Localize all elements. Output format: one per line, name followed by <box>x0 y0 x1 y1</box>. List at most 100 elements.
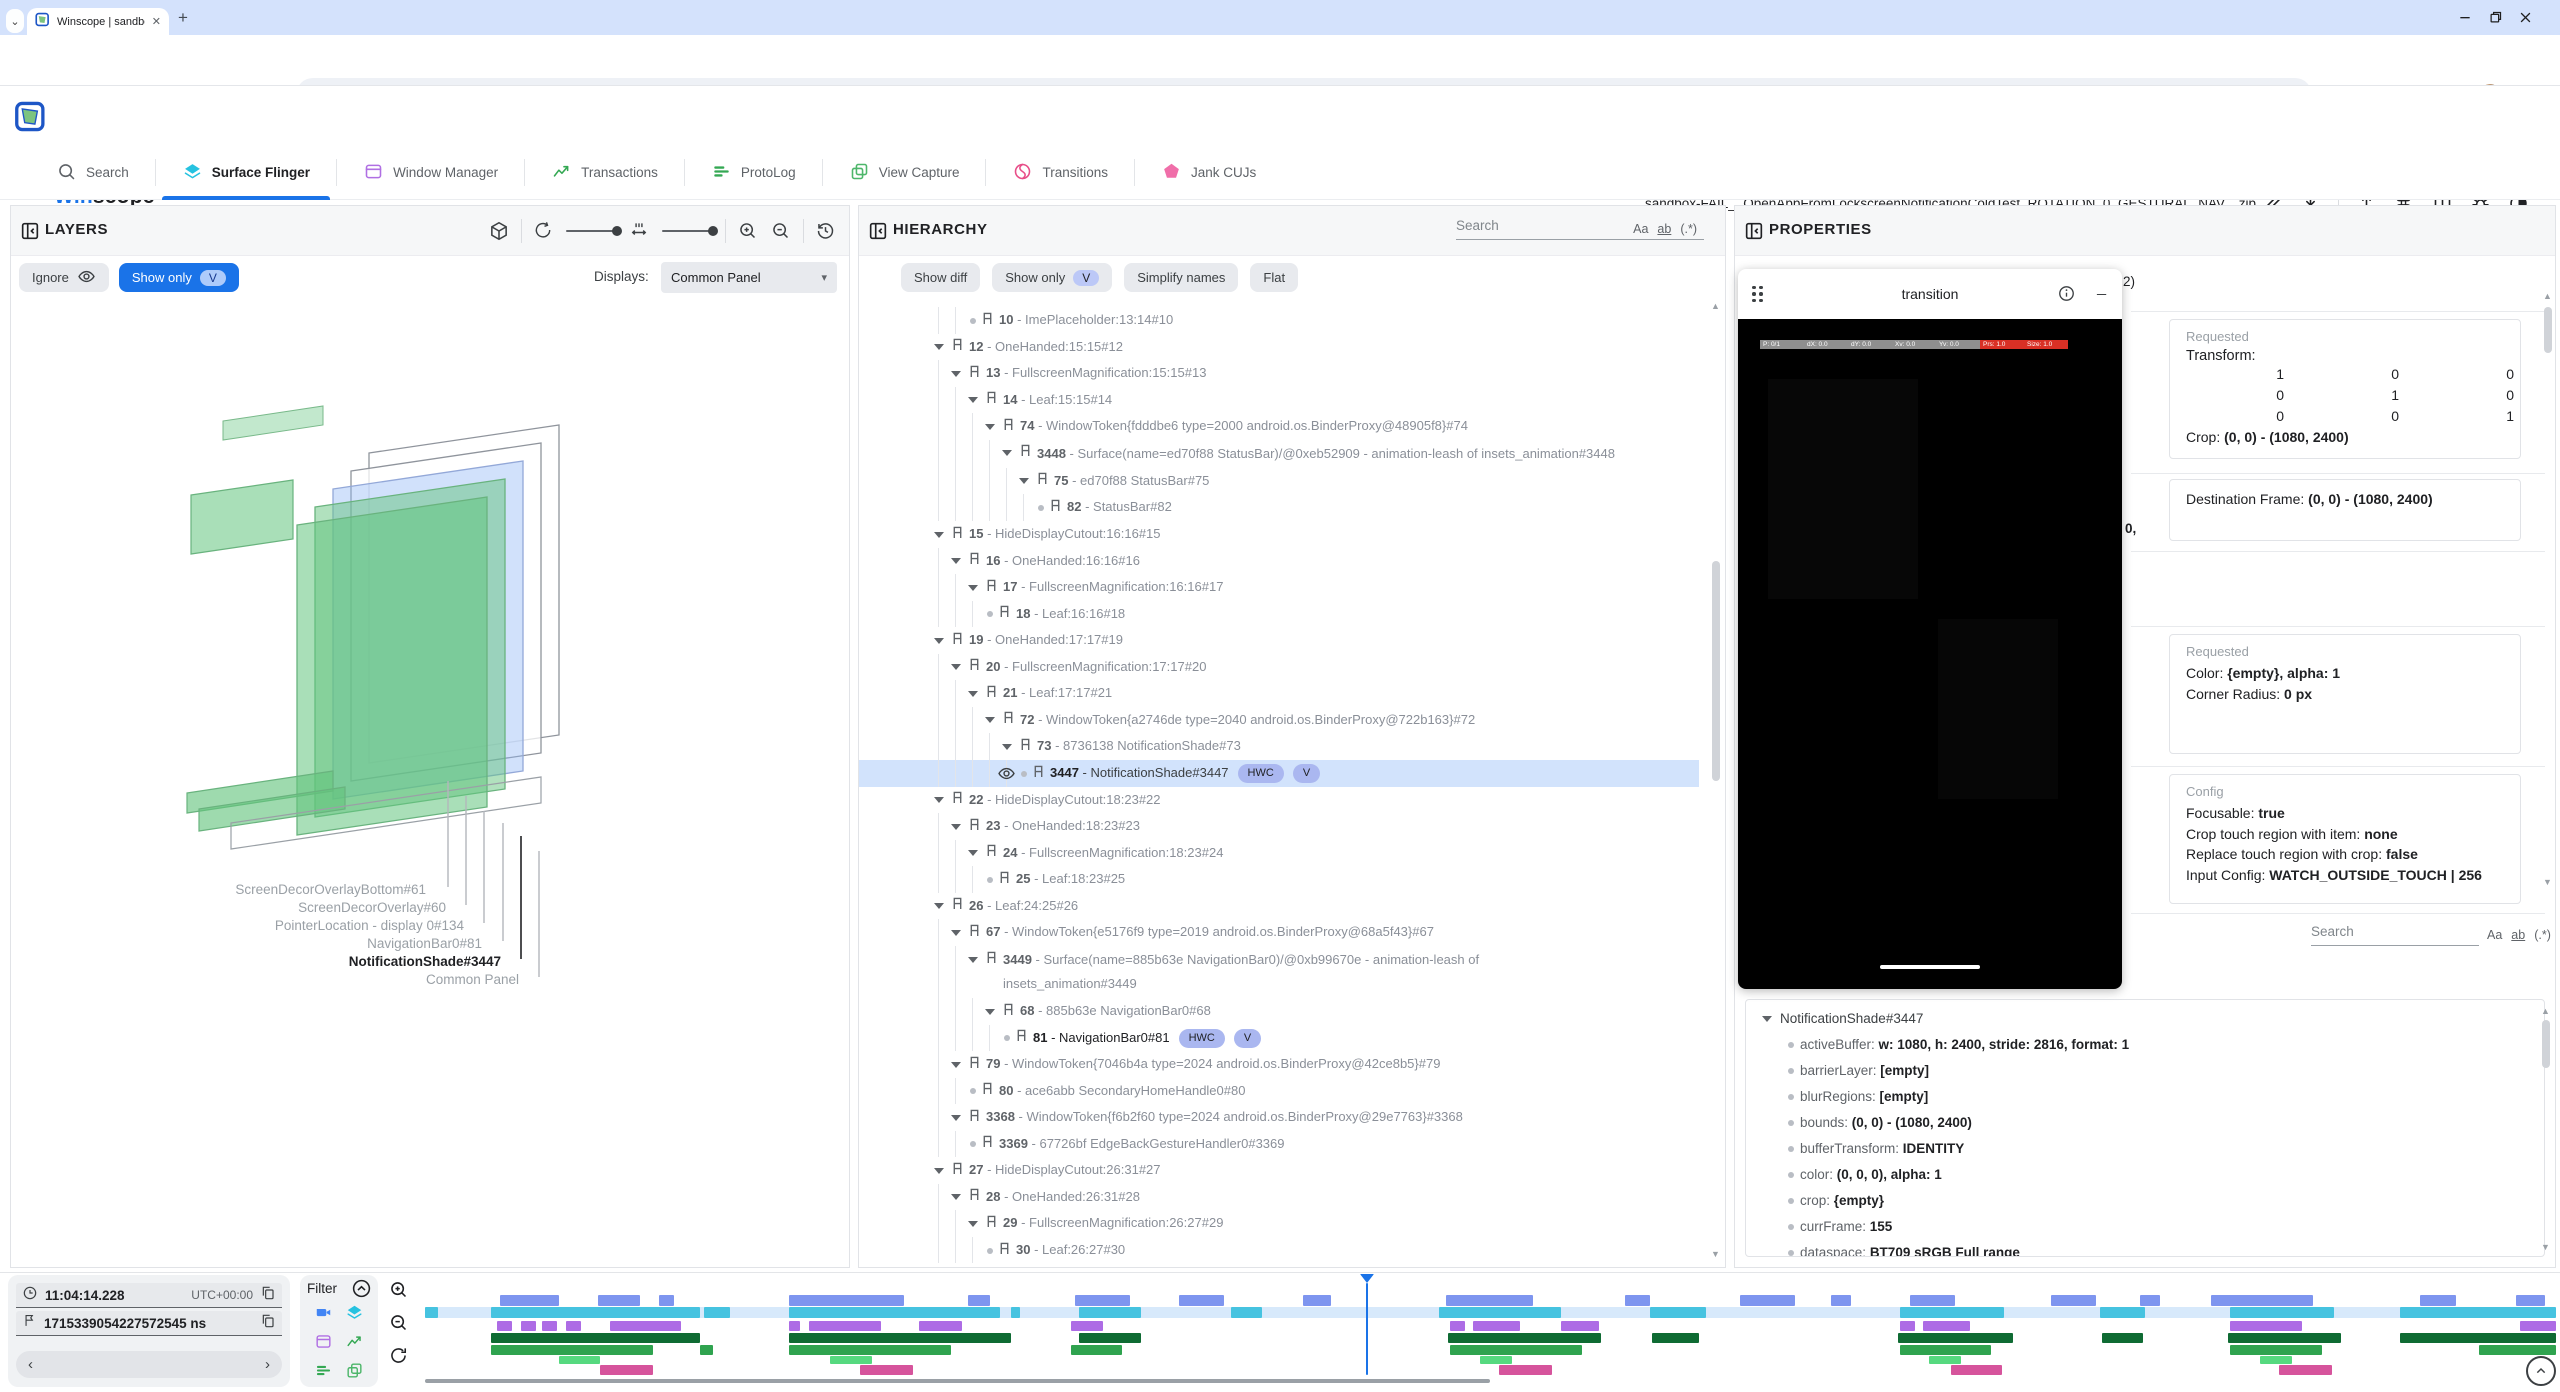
tab-transactions[interactable]: Transactions <box>525 145 684 200</box>
trace-segment[interactable] <box>1439 1307 1560 1318</box>
trace-segment[interactable] <box>1951 1365 2002 1375</box>
screen-recording-track[interactable] <box>425 1295 2556 1306</box>
tree-node-3369[interactable]: 3369 - 67726bf EdgeBackGestureHandler0#3… <box>859 1131 1699 1158</box>
collapse-node-icon[interactable] <box>934 797 944 803</box>
scroll-to-top-button[interactable] <box>2526 1356 2556 1386</box>
tab-close-icon[interactable]: ✕ <box>152 15 161 28</box>
tree-node-81[interactable]: 81 - NavigationBar0#81HWCV <box>859 1025 1699 1052</box>
popup-header[interactable]: transition _ <box>1738 269 2122 319</box>
trace-segment[interactable] <box>566 1321 581 1331</box>
trace-segment[interactable] <box>1910 1295 1955 1306</box>
trace-segment[interactable] <box>704 1307 730 1318</box>
trace-segment[interactable] <box>500 1295 560 1306</box>
trace-segment[interactable] <box>1303 1295 1331 1306</box>
tab-protolog[interactable]: ProtoLog <box>685 145 822 200</box>
tree-node-73[interactable]: 73 - 8736138 NotificationShade#73 <box>859 733 1699 760</box>
tree-node-29[interactable]: 29 - FullscreenMagnification:26:27#29 <box>859 1210 1699 1237</box>
collapse-node-icon[interactable] <box>985 717 995 723</box>
trace-segment[interactable] <box>497 1321 512 1331</box>
trace-segment[interactable] <box>2420 1295 2456 1306</box>
layer-label[interactable]: NavigationBar0#81 <box>367 936 482 951</box>
human-time-field[interactable]: 11:04:14.228 UTC+00:00 <box>16 1283 282 1308</box>
trace-segment[interactable] <box>1071 1321 1103 1331</box>
timeline-cursor[interactable] <box>1366 1283 1369 1375</box>
simplify-names-chip[interactable]: Simplify names <box>1124 263 1238 292</box>
trace-segment[interactable] <box>1079 1307 1141 1318</box>
tab-view-capture[interactable]: View Capture <box>823 145 986 200</box>
trace-segment[interactable] <box>1900 1321 1915 1331</box>
collapse-node-icon[interactable] <box>968 585 978 591</box>
layer-label[interactable]: Common Panel <box>426 972 519 987</box>
tab-window-manager[interactable]: Window Manager <box>337 145 524 200</box>
match-case-button[interactable]: Aa <box>2487 928 2502 942</box>
collapse-node-icon[interactable] <box>1002 744 1012 750</box>
collapse-node-icon[interactable] <box>968 1221 978 1227</box>
hierarchy-scrollbar[interactable]: ▲ ▼ <box>1710 301 1722 1259</box>
transitions-track[interactable] <box>425 1365 2556 1375</box>
collapse-node-icon[interactable] <box>934 638 944 644</box>
trace-segment[interactable] <box>1473 1321 1520 1331</box>
collapse-node-icon[interactable] <box>951 930 961 936</box>
property-item[interactable]: blurRegions: [empty] <box>1762 1084 2544 1110</box>
property-item[interactable]: activeBuffer: w: 1080, h: 2400, stride: … <box>1762 1032 2544 1058</box>
collapse-panel-icon[interactable] <box>867 220 889 242</box>
collapse-node-icon[interactable] <box>968 850 978 856</box>
previous-frame-button[interactable]: ‹ <box>28 1356 33 1373</box>
trace-segment[interactable] <box>610 1321 680 1331</box>
tree-node-25[interactable]: 25 - Leaf:18:23#25 <box>859 866 1699 893</box>
trace-segment[interactable] <box>659 1295 674 1306</box>
trace-segment[interactable] <box>789 1333 1011 1343</box>
trace-segment[interactable] <box>542 1321 557 1331</box>
collapse-node-icon[interactable] <box>1762 1016 1772 1022</box>
properties-search-input[interactable] <box>2311 922 2479 946</box>
tree-node-26[interactable]: 26 - Leaf:24:25#26 <box>859 893 1699 920</box>
timeline-cursor-handle[interactable] <box>1360 1274 1374 1283</box>
tab-surface-flinger[interactable]: Surface Flinger <box>156 145 336 200</box>
collapse-filter-icon[interactable] <box>351 1278 372 1304</box>
tab-search[interactable]: Search <box>30 145 155 200</box>
trace-segment[interactable] <box>2520 1321 2556 1331</box>
collapse-node-icon[interactable] <box>951 1194 961 1200</box>
collapse-node-icon[interactable] <box>1019 478 1029 484</box>
tree-node-13[interactable]: 13 - FullscreenMagnification:15:15#13 <box>859 360 1699 387</box>
tree-node-3448[interactable]: 3448 - Surface(name=ed70f88 StatusBar)/@… <box>859 440 1699 468</box>
trace-segment[interactable] <box>1075 1295 1130 1306</box>
collapse-node-icon[interactable] <box>934 344 944 350</box>
trace-segment[interactable] <box>2400 1333 2556 1343</box>
property-item[interactable]: crop: {empty} <box>1762 1188 2544 1214</box>
view-capture-icon[interactable] <box>345 1361 364 1385</box>
match-case-button[interactable]: Aa <box>1633 222 1648 236</box>
trace-segment[interactable] <box>2102 1333 2142 1343</box>
tree-node-16[interactable]: 16 - OneHanded:16:16#16 <box>859 548 1699 575</box>
trace-segment[interactable] <box>491 1307 700 1318</box>
flat-chip[interactable]: Flat <box>1250 263 1298 292</box>
tree-node-12[interactable]: 12 - OneHanded:15:15#12 <box>859 334 1699 361</box>
trace-segment[interactable] <box>1231 1307 1263 1318</box>
window-manager-icon[interactable] <box>314 1332 333 1356</box>
properties-tree-scrollbar[interactable]: ▲ ▼ <box>2540 1006 2552 1252</box>
transactions-icon[interactable] <box>345 1332 364 1356</box>
layer-label[interactable]: ScreenDecorOverlay#60 <box>298 900 446 915</box>
trace-segment[interactable] <box>1900 1345 1992 1355</box>
properties-tree-root[interactable]: NotificationShade#3447 <box>1762 1006 2544 1032</box>
trace-segment[interactable] <box>1079 1333 1141 1343</box>
match-word-button[interactable]: ab <box>2511 928 2525 942</box>
property-item[interactable]: bufferTransform: IDENTITY <box>1762 1136 2544 1162</box>
collapse-node-icon[interactable] <box>951 824 961 830</box>
tree-node-19[interactable]: 19 - OneHanded:17:17#19 <box>859 627 1699 654</box>
trace-segment[interactable] <box>2479 1345 2556 1355</box>
tree-node-22[interactable]: 22 - HideDisplayCutout:18:23#22 <box>859 787 1699 814</box>
timeline-zoom-out-icon[interactable] <box>388 1312 409 1338</box>
trace-segment[interactable] <box>789 1295 904 1306</box>
trace-segment[interactable] <box>1652 1333 1699 1343</box>
trace-segment[interactable] <box>1071 1345 1122 1355</box>
trace-segment[interactable] <box>2260 1356 2292 1364</box>
trace-segment[interactable] <box>1831 1295 1850 1306</box>
timeline-reset-zoom-icon[interactable] <box>388 1345 409 1371</box>
window-minimize-button[interactable] <box>2456 8 2474 26</box>
trace-segment[interactable] <box>598 1295 641 1306</box>
tree-node-15[interactable]: 15 - HideDisplayCutout:16:16#15 <box>859 521 1699 548</box>
trace-segment[interactable] <box>2279 1365 2332 1375</box>
tab-jank-cujs[interactable]: Jank CUJs <box>1135 145 1282 200</box>
collapse-panel-icon[interactable] <box>1743 220 1765 242</box>
